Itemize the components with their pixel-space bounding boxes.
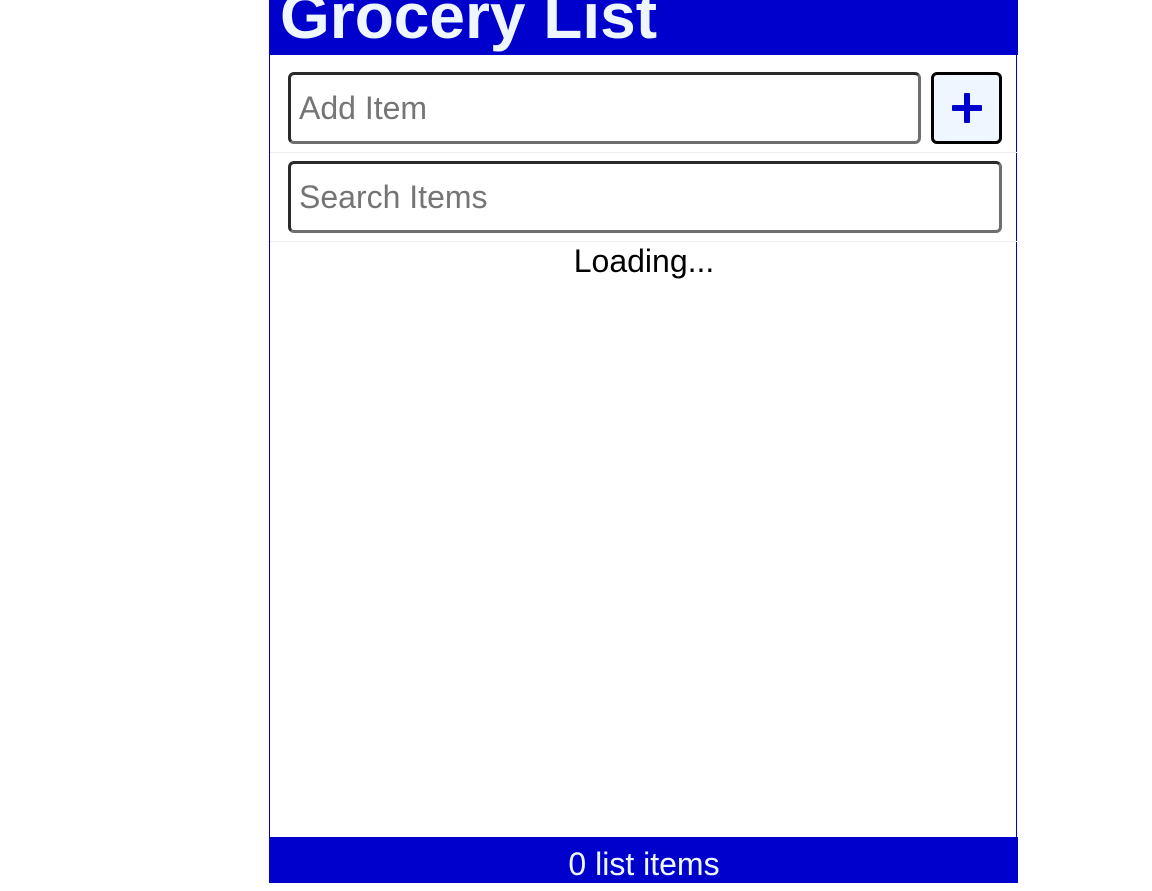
app-footer: 0 list items [270,837,1018,883]
grocery-app: Grocery List Loading... 0 list items [269,0,1018,883]
plus-icon [951,93,982,123]
app-header: Grocery List [270,0,1018,55]
item-list-area: Loading... [270,242,1018,837]
add-item-form [270,55,1018,153]
search-form [270,153,1018,242]
page-title: Grocery List [280,0,658,52]
search-input[interactable] [288,161,1002,233]
add-item-button[interactable] [931,72,1002,144]
loading-status: Loading... [573,243,715,279]
add-item-input[interactable] [288,72,921,144]
